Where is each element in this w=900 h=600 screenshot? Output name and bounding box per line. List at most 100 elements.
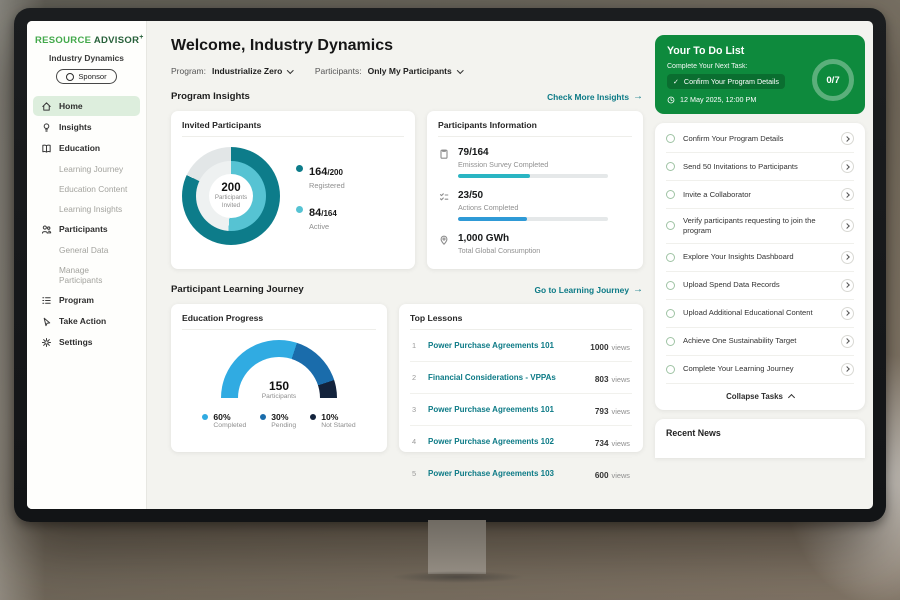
monitor-frame: RESOURCE ADVISOR+ Industry Dynamics Spon…	[14, 8, 886, 522]
lesson-views-count: 793	[595, 407, 609, 416]
chevron-right-icon	[844, 282, 850, 288]
sidebar-item-manage-participants[interactable]: Manage Participants	[33, 260, 140, 289]
lesson-views-suffix: views	[612, 343, 630, 352]
todo-task-row[interactable]: Complete Your Learning Journey	[666, 356, 854, 384]
task-checkbox[interactable]	[666, 309, 675, 318]
task-checkbox[interactable]	[666, 365, 675, 374]
task-checkbox[interactable]	[666, 190, 675, 199]
donut-legend: 164/200 Registered 84/164	[296, 162, 345, 231]
sidebar-item-settings[interactable]: Settings	[33, 332, 140, 352]
lesson-views-suffix: views	[612, 407, 630, 416]
sponsor-icon	[66, 73, 74, 81]
task-checkbox[interactable]	[666, 162, 675, 171]
task-chevron-button[interactable]	[841, 219, 854, 232]
sidebar-item-label: Learning Journey	[59, 164, 123, 174]
filter-bar: Program: Industrialize Zero Participants…	[171, 66, 655, 76]
task-chevron-button[interactable]	[841, 335, 854, 348]
home-icon	[41, 101, 52, 112]
task-chevron-button[interactable]	[841, 188, 854, 201]
legend-item: 60% Completed	[202, 412, 246, 429]
collapse-tasks-button[interactable]: Collapse Tasks	[666, 384, 854, 405]
lesson-title-link[interactable]: Power Purchase Agreements 102	[428, 437, 587, 446]
card-title: Participants Information	[438, 120, 632, 137]
donut-center-label: Participants Invited	[209, 194, 253, 210]
sidebar-item-label: Education	[59, 143, 100, 153]
task-checkbox[interactable]	[666, 281, 675, 290]
sidebar-item-participants[interactable]: Participants	[33, 219, 140, 239]
task-label: Upload Spend Data Records	[683, 280, 833, 290]
todo-task-row[interactable]: Upload Additional Educational Content	[666, 300, 854, 328]
sidebar-item-label: Settings	[59, 337, 93, 347]
participants-filter-label: Participants:	[315, 66, 362, 76]
sidebar-item-learning-journey[interactable]: Learning Journey	[33, 159, 140, 178]
todo-hero-card: Your To Do List Complete Your Next Task:…	[655, 35, 865, 114]
todo-task-row[interactable]: Verify participants requesting to join t…	[666, 209, 854, 244]
lesson-title-link[interactable]: Power Purchase Agreements 101	[428, 341, 582, 350]
chevron-right-icon	[844, 192, 850, 198]
legend-dot	[260, 414, 266, 420]
chevron-up-icon	[788, 394, 795, 401]
sidebar-item-label: General Data	[59, 245, 108, 255]
todo-task-row[interactable]: Invite a Collaborator	[666, 181, 854, 209]
card-title: Invited Participants	[182, 120, 404, 137]
lesson-title-link[interactable]: Financial Considerations - VPPAs	[428, 373, 587, 382]
todo-task-row[interactable]: Explore Your Insights Dashboard	[666, 244, 854, 272]
checklist-icon	[438, 191, 450, 203]
people-icon	[41, 224, 52, 235]
sidebar-item-program[interactable]: Program	[33, 290, 140, 310]
task-checkbox[interactable]	[666, 337, 675, 346]
lesson-views-suffix: views	[612, 439, 630, 448]
task-checkbox[interactable]	[666, 134, 675, 143]
check-more-insights-link[interactable]: Check More Insights	[547, 91, 643, 102]
todo-task-row[interactable]: Achieve One Sustainability Target	[666, 328, 854, 356]
chevron-right-icon	[844, 338, 850, 344]
task-checkbox[interactable]	[666, 253, 675, 262]
task-chevron-button[interactable]	[841, 279, 854, 292]
clipboard-icon	[438, 148, 450, 160]
stat-emission-survey: 79/164 Emission Survey Completed	[438, 147, 632, 178]
lesson-rank: 1	[412, 341, 420, 350]
lesson-rank: 2	[412, 373, 420, 382]
sidebar-item-education-content[interactable]: Education Content	[33, 179, 140, 198]
todo-progress-value: 0/7	[826, 75, 839, 86]
task-checkbox[interactable]	[666, 221, 675, 230]
lesson-rank: 3	[412, 405, 420, 414]
chevron-right-icon	[844, 223, 850, 229]
sidebar-item-take-action[interactable]: Take Action	[33, 311, 140, 331]
todo-task-row[interactable]: Upload Spend Data Records	[666, 272, 854, 300]
sidebar-item-learning-insights[interactable]: Learning Insights	[33, 199, 140, 218]
lesson-title-link[interactable]: Power Purchase Agreements 103	[428, 469, 587, 478]
program-filter-dropdown[interactable]: Industrialize Zero	[212, 66, 293, 76]
lesson-title-link[interactable]: Power Purchase Agreements 101	[428, 405, 587, 414]
participants-filter-dropdown[interactable]: Only My Participants	[368, 66, 463, 76]
go-to-learning-journey-link[interactable]: Go to Learning Journey	[535, 284, 643, 295]
lesson-views-count: 1000	[590, 343, 608, 352]
invited-participants-donut: 200 Participants Invited	[182, 147, 280, 245]
program-filter-value: Industrialize Zero	[212, 66, 282, 76]
gauge-legend: 60% Completed 30% Pending	[182, 412, 376, 429]
sidebar-item-insights[interactable]: Insights	[33, 117, 140, 137]
todo-task-row[interactable]: Confirm Your Program Details	[666, 125, 854, 153]
task-chevron-button[interactable]	[841, 132, 854, 145]
task-chevron-button[interactable]	[841, 160, 854, 173]
learning-journey-header: Participant Learning Journey Go to Learn…	[171, 284, 643, 295]
sidebar-item-education[interactable]: Education	[33, 138, 140, 158]
task-chevron-button[interactable]	[841, 251, 854, 264]
todo-panel: Your To Do List Complete Your Next Task:…	[655, 35, 865, 458]
donut-center-value: 200	[221, 182, 240, 194]
sidebar-item-home[interactable]: Home	[33, 96, 140, 116]
sidebar-item-general-data[interactable]: General Data	[33, 240, 140, 259]
sidebar-item-label: Program	[59, 295, 94, 305]
todo-progress-ring: 0/7	[812, 59, 854, 101]
next-task-pill[interactable]: Confirm Your Program Details	[667, 74, 785, 89]
task-chevron-button[interactable]	[841, 363, 854, 376]
task-chevron-button[interactable]	[841, 307, 854, 320]
stat-actions-completed: 23/50 Actions Completed	[438, 190, 632, 221]
sponsor-badge-label: Sponsor	[78, 72, 106, 81]
participants-information-card: Participants Information 79/164 Emission…	[427, 111, 643, 269]
clock-icon	[667, 96, 675, 104]
sponsor-badge[interactable]: Sponsor	[56, 69, 116, 84]
task-label: Complete Your Learning Journey	[683, 364, 833, 374]
logo-advisor: ADVISOR	[94, 35, 139, 46]
todo-task-row[interactable]: Send 50 Invitations to Participants	[666, 153, 854, 181]
